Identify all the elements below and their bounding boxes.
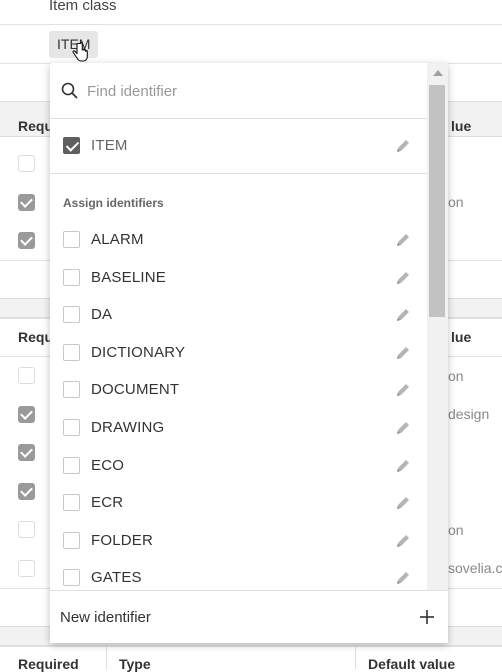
identifier-item[interactable]: DOCUMENT (50, 371, 427, 408)
edit-icon[interactable] (395, 270, 411, 286)
column-header-value: lue (451, 329, 472, 345)
identifier-checkbox[interactable] (63, 569, 80, 587)
identifier-checkbox[interactable] (63, 306, 80, 324)
identifier-label: GATES (91, 569, 142, 587)
column-header-type: Type (119, 656, 151, 672)
value-cell: sovelia.c (448, 560, 502, 576)
identifier-label: DA (91, 306, 113, 324)
edit-icon[interactable] (395, 345, 411, 361)
scrollbar-thumb[interactable] (429, 85, 445, 317)
required-checkbox[interactable] (18, 483, 35, 500)
identifier-item[interactable]: DRAWING (50, 409, 427, 446)
column-separator (106, 646, 107, 669)
required-checkbox[interactable] (18, 232, 35, 249)
identifier-label: ITEM (91, 137, 128, 154)
edit-icon[interactable] (395, 458, 411, 474)
identifier-item[interactable]: ALARM (50, 221, 427, 258)
edit-icon[interactable] (395, 570, 411, 586)
identifier-label: ECR (91, 494, 124, 512)
edit-icon[interactable] (395, 495, 411, 511)
edit-icon[interactable] (395, 420, 411, 436)
column-header-default-value: Default value (368, 656, 456, 672)
required-checkbox[interactable] (18, 194, 35, 211)
new-identifier-footer[interactable]: New identifier (50, 590, 448, 643)
identifier-item[interactable]: FOLDER (50, 522, 427, 559)
identifier-label: FOLDER (91, 531, 154, 549)
item-class-label: Item class (49, 0, 117, 14)
identifier-checkbox[interactable] (63, 231, 80, 248)
identifier-checkbox[interactable] (63, 381, 80, 399)
identifier-label: DICTIONARY (91, 343, 186, 361)
identifier-dropdown: ITEM Assign identifiers ALARM BASELINE DA D… (50, 63, 448, 643)
column-separator (355, 646, 356, 669)
required-checkbox[interactable] (18, 406, 35, 423)
column-header-required: Required (18, 656, 79, 672)
identifier-label: DRAWING (91, 419, 165, 436)
value-cell: design (448, 406, 490, 422)
identifier-checkbox[interactable] (63, 343, 80, 361)
identifier-label: ECO (91, 456, 125, 474)
search-input[interactable] (87, 80, 407, 102)
identifier-checkbox[interactable] (63, 268, 80, 286)
divider (0, 24, 502, 25)
search-icon (61, 82, 78, 99)
identifier-checkbox[interactable] (63, 456, 80, 474)
edit-icon[interactable] (395, 307, 411, 323)
required-checkbox[interactable] (18, 444, 35, 461)
identifier-checkbox[interactable] (63, 419, 80, 436)
value-cell: on (448, 522, 464, 538)
identifier-item[interactable]: ECR (50, 484, 427, 521)
value-cell: on (448, 368, 464, 384)
hand-cursor-icon (72, 42, 88, 62)
search-bar (50, 63, 427, 119)
required-checkbox[interactable] (18, 367, 35, 384)
scrollbar[interactable] (427, 63, 448, 590)
identifier-label: BASELINE (91, 268, 166, 286)
identifier-item[interactable]: BASELINE (50, 259, 427, 296)
column-header-value: lue (451, 118, 472, 134)
identifier-item[interactable]: DA (50, 296, 427, 333)
edit-icon[interactable] (395, 232, 411, 248)
edit-icon[interactable] (395, 382, 411, 398)
identifier-label: DOCUMENT (91, 381, 180, 399)
divider (50, 173, 427, 174)
identifier-checkbox[interactable] (63, 494, 80, 512)
column-header-required: Requ (18, 329, 53, 345)
edit-icon[interactable] (395, 533, 411, 549)
scroll-up-arrow-icon[interactable] (433, 70, 443, 76)
value-cell: on (448, 194, 464, 210)
section-title: Assign identifiers (63, 196, 164, 210)
divider (0, 646, 502, 647)
identifier-label: ALARM (91, 231, 144, 248)
selected-identifier-item[interactable]: ITEM (50, 127, 427, 164)
column-header-required: Requ (18, 118, 53, 134)
plus-icon[interactable] (419, 609, 435, 625)
edit-icon[interactable] (395, 138, 411, 154)
identifier-checkbox[interactable] (63, 531, 80, 549)
required-checkbox[interactable] (18, 560, 35, 577)
identifier-checkbox[interactable] (63, 137, 80, 154)
identifier-item[interactable]: ECO (50, 447, 427, 484)
new-identifier-label: New identifier (60, 609, 151, 626)
identifier-item[interactable]: DICTIONARY (50, 334, 427, 371)
required-checkbox[interactable] (18, 155, 35, 172)
required-checkbox[interactable] (18, 521, 35, 538)
